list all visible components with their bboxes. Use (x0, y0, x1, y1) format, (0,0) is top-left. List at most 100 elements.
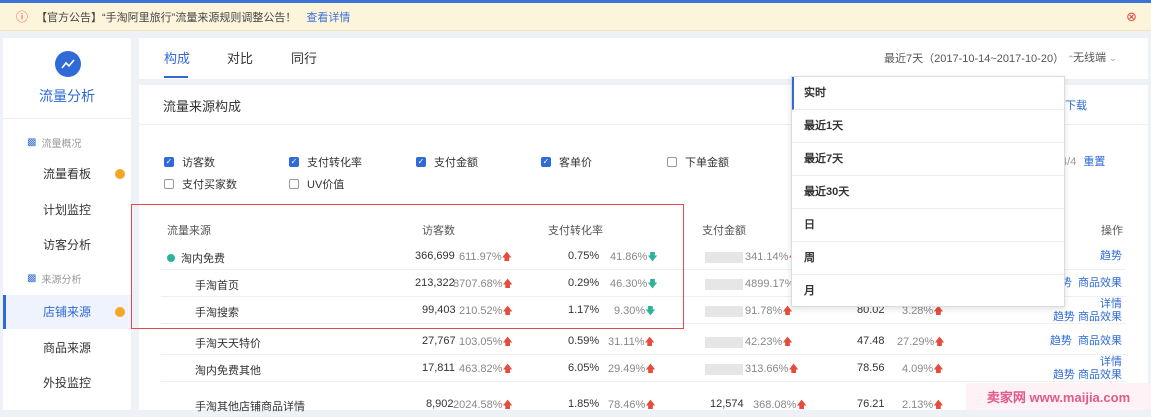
amount-change-value: 4899.17% (745, 278, 795, 290)
visitors-change: 210.52%🡅 (459, 304, 513, 321)
metric-checkbox-buyers[interactable]: 支付买家数 (164, 176, 237, 192)
visitors-change-value: 103.05% (459, 336, 503, 348)
sidebar-item-store-source[interactable]: 店铺来源 (3, 295, 131, 329)
metric-label: 下单金额 (685, 157, 729, 169)
conversion-cell: 0.59% (568, 335, 600, 347)
col-header-amount[interactable]: 支付金额 (702, 222, 746, 238)
metric-label: 支付买家数 (182, 179, 237, 191)
download-link[interactable]: 下载 (1065, 100, 1087, 112)
device-select[interactable]: 无线端 ⌄ (1073, 49, 1117, 65)
unit-price-cell: 76.21 (857, 398, 885, 410)
col-header-ops: 操作 (1101, 225, 1123, 237)
product-effect-link[interactable]: 商品效果 (1078, 277, 1122, 289)
unit-price-cell: 47.48 (857, 335, 885, 347)
conversion-change: 78.46%🡅 (608, 398, 656, 415)
detail-link[interactable]: 详情 (1100, 356, 1122, 368)
close-icon[interactable]: ⊗ (1126, 9, 1137, 25)
checkbox-unchecked-icon (164, 179, 174, 189)
checkbox-checked-icon: ✓ (541, 157, 551, 167)
blurred-value (705, 305, 743, 317)
conversion-cell: 6.05% (568, 362, 600, 374)
dropdown-item-last-1-day[interactable]: 最近1天 (792, 110, 1064, 143)
tabs-bar: 构成 对比 同行 最近7天（2017-10-14~2017-10-20） ⌃ 无… (139, 38, 1148, 79)
sidebar-item-visitor-analysis[interactable]: 访客分析 (3, 228, 131, 262)
visitors-change: 8707.68%🡅 (453, 277, 513, 294)
source-cell: 手淘其他店铺商品详情 (195, 401, 305, 413)
conversion-cell: 1.17% (568, 304, 600, 316)
arrow-up-icon: 🡅 (502, 337, 513, 348)
metric-checkbox-unit-price[interactable]: ✓ 客单价 (541, 154, 592, 170)
conversion-change-value: 9.30% (614, 305, 646, 317)
col-header-visitors[interactable]: 访客数 (422, 222, 455, 238)
sidebar-item-traffic-board[interactable]: 流量看板 (3, 157, 131, 191)
amount-change-value: 368.08% (753, 399, 797, 411)
metric-label: 访客数 (182, 157, 215, 169)
tab-compare[interactable]: 对比 (227, 48, 253, 67)
arrow-down-icon: 🡇 (645, 306, 656, 317)
trend-product-links[interactable]: 趋势 商品效果 (1053, 369, 1122, 381)
sidebar-group-overview: ▩ 流量概况 (27, 135, 81, 150)
source-cell: 手淘天天特价 (195, 338, 261, 350)
metric-checkbox-order-amount[interactable]: 下单金额 (667, 154, 729, 170)
dropdown-item-day[interactable]: 日 (792, 209, 1064, 242)
product-effect-link[interactable]: 商品效果 (1078, 335, 1122, 347)
dropdown-item-realtime[interactable]: 实时 (792, 77, 1064, 110)
unit-price-change-value: 4.09% (902, 363, 934, 375)
visitors-change: 611.97%🡅 (459, 250, 512, 267)
conversion-change-value: 31.11% (608, 336, 645, 348)
arrow-up-icon: 🡅 (501, 252, 512, 263)
sidebar-item-product-source[interactable]: 商品来源 (3, 331, 131, 365)
date-range-select[interactable]: 最近7天（2017-10-14~2017-10-20） ⌃ (884, 50, 1075, 66)
table-row[interactable]: 手淘天天特价 27,767 103.05%🡅 0.59% 31.11%🡅 42.… (161, 328, 1126, 355)
table-row[interactable]: 淘内免费其他 17,811 463.82%🡅 6.05% 29.49%🡅 313… (161, 355, 1126, 382)
amount-change: 313.66%🡅 (705, 362, 799, 379)
row-ops: 详情 趋势 商品效果 (1053, 356, 1122, 382)
metric-checkbox-visitors[interactable]: ✓ 访客数 (164, 154, 215, 170)
conversion-change: 41.86%🡇 (610, 250, 658, 267)
row-ops: 趋势 (1100, 250, 1122, 263)
dropdown-item-month[interactable]: 月 (792, 275, 1064, 308)
amount-change: 42.23%🡅 (705, 335, 793, 352)
trend-link[interactable]: 趋势 (1050, 335, 1072, 347)
notification-dot (115, 169, 125, 179)
arrow-up-icon: 🡅 (502, 279, 513, 290)
visitors-change-value: 210.52% (459, 305, 503, 317)
visitors-cell: 366,699 (415, 250, 455, 262)
tab-composition[interactable]: 构成 (164, 48, 190, 67)
amount-change: 91.78%🡅 (705, 304, 793, 321)
checkbox-unchecked-icon (289, 179, 299, 189)
checkbox-checked-icon: ✓ (289, 157, 299, 167)
date-range-dropdown: 实时 最近1天 最近7天 最近30天 日 周 月 (791, 76, 1065, 307)
checkbox-checked-icon: ✓ (164, 157, 174, 167)
detail-link[interactable]: 详情 (1100, 298, 1122, 310)
trend-link[interactable]: 趋势 (1100, 250, 1122, 262)
visitors-change-value: 463.82% (459, 363, 503, 375)
metric-checkbox-uv-value[interactable]: UV价值 (289, 176, 344, 192)
panel-title: 流量来源构成 (163, 99, 242, 114)
conversion-change-value: 78.46% (608, 399, 646, 411)
divider (3, 118, 131, 119)
dropdown-item-week[interactable]: 周 (792, 242, 1064, 275)
expand-dot-icon[interactable] (167, 254, 175, 262)
metric-checkbox-conversion[interactable]: ✓ 支付转化率 (289, 154, 362, 170)
dropdown-item-last-30-days[interactable]: 最近30天 (792, 176, 1064, 209)
tab-peers[interactable]: 同行 (291, 48, 317, 67)
conversion-cell: 1.85% (568, 398, 600, 410)
blurred-value (705, 336, 743, 348)
unit-price-change-value: 27.29% (897, 336, 935, 348)
sidebar-item-label: 外投监控 (43, 376, 92, 390)
sidebar-group-source: ▩ 来源分析 (27, 271, 81, 286)
amount-change: 341.14%🡅 (705, 250, 799, 267)
sidebar-item-external-monitor[interactable]: 外投监控 (3, 366, 131, 400)
sidebar-item-plan-monitor[interactable]: 计划监控 (3, 193, 131, 227)
device-label: 无线端 (1073, 52, 1106, 64)
tab-active-indicator (164, 76, 188, 78)
amount-change: 368.08%🡅 (753, 398, 807, 415)
trend-product-links[interactable]: 趋势 商品效果 (1053, 311, 1122, 323)
notice-detail-link[interactable]: 查看详情 (306, 9, 350, 25)
metric-checkbox-amount[interactable]: ✓ 支付金额 (416, 154, 478, 170)
reset-link[interactable]: 重置 (1083, 156, 1105, 168)
col-header-conversion[interactable]: 支付转化率 (548, 222, 603, 238)
source-cell: 手淘首页 (195, 280, 239, 292)
dropdown-item-last-7-days[interactable]: 最近7天 (792, 143, 1064, 176)
